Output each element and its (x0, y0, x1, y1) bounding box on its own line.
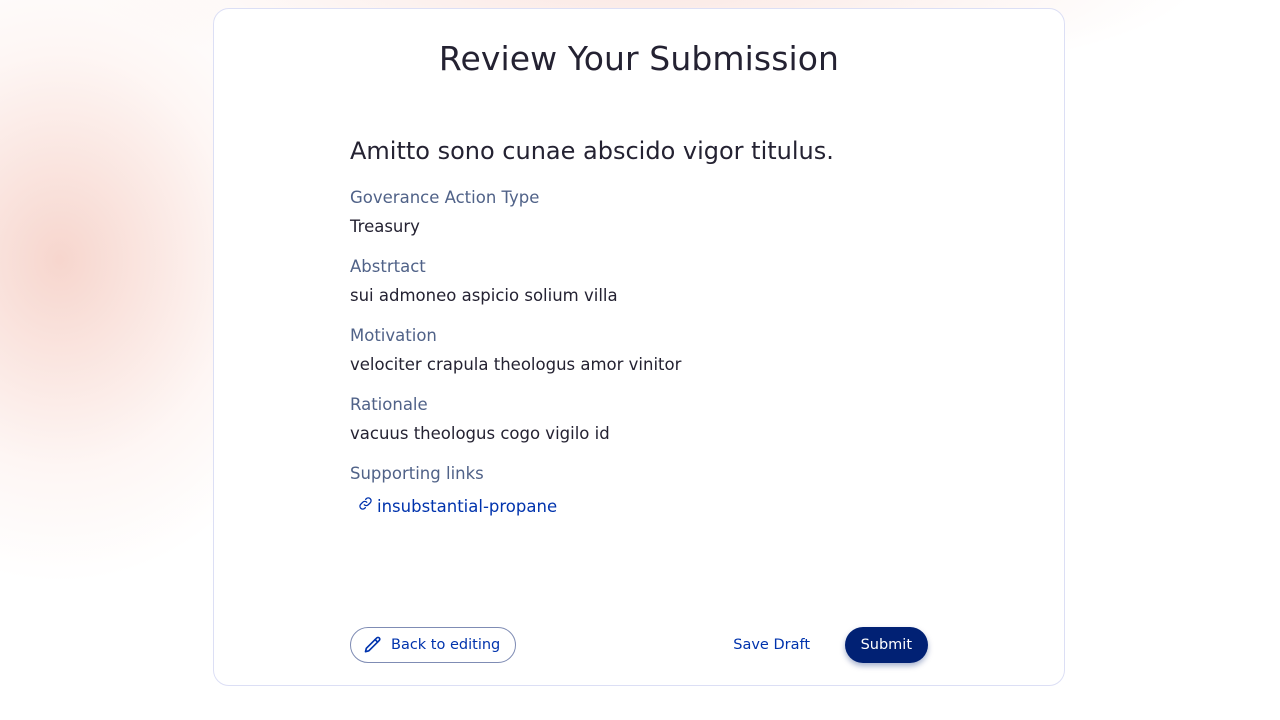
field-label: Goverance Action Type (350, 188, 540, 207)
field-supporting-links: Supporting links insubstantial-propane (350, 463, 930, 516)
save-draft-button[interactable]: Save Draft (721, 627, 822, 663)
back-to-editing-label: Back to editing (391, 637, 501, 653)
action-bar: Back to editing Save Draft Submit (350, 627, 928, 665)
field-value: vacuus theologus cogo vigilo id (350, 424, 610, 443)
link-icon (359, 497, 372, 510)
field-governance-action-type: Goverance Action Type Treasury (350, 187, 930, 238)
review-card: Review Your Submission Amitto sono cunae… (213, 8, 1065, 686)
field-rationale: Rationale vacuus theologus cogo vigilo i… (350, 394, 930, 445)
back-to-editing-button[interactable]: Back to editing (350, 627, 517, 663)
submit-button[interactable]: Submit (844, 627, 928, 663)
proposal-title: Amitto sono cunae abscido vigor titulus. (350, 137, 834, 165)
page-title: Review Your Submission (438, 39, 840, 78)
pencil-icon (364, 636, 381, 653)
supporting-link-text: insubstantial-propane (377, 497, 558, 516)
field-label: Motivation (350, 326, 437, 345)
field-motivation: Motivation velociter crapula theologus a… (350, 325, 930, 376)
field-value: Treasury (350, 217, 420, 236)
field-label: Abstrtact (350, 257, 426, 276)
field-label: Supporting links (350, 464, 484, 483)
field-abstract: Abstrtact sui admoneo aspicio solium vil… (350, 256, 930, 307)
field-value: velociter crapula theologus amor vinitor (350, 355, 682, 374)
field-value: sui admoneo aspicio solium villa (350, 286, 618, 305)
supporting-link[interactable]: insubstantial-propane (358, 497, 930, 516)
submission-details: Amitto sono cunae abscido vigor titulus.… (350, 137, 930, 534)
field-label: Rationale (350, 395, 428, 414)
